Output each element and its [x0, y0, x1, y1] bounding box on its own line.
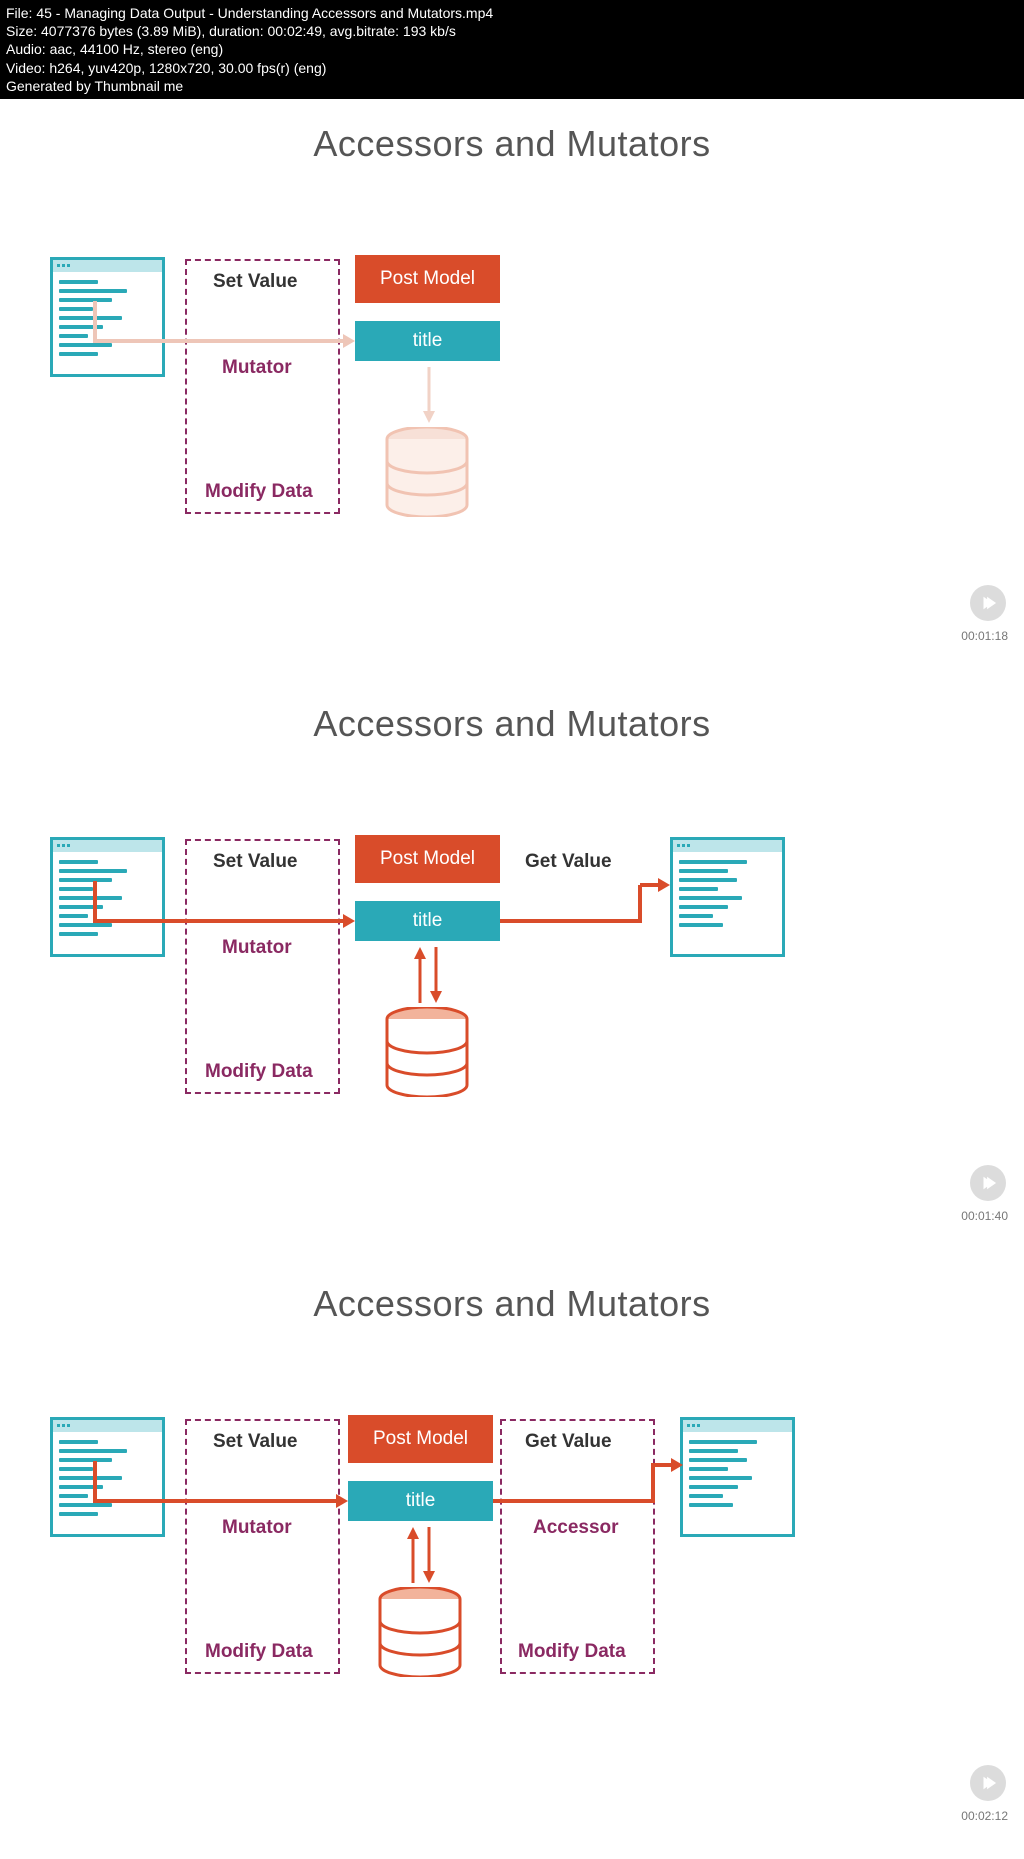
post-model-box: Post Model [355, 255, 500, 303]
timestamp: 00:01:18 [961, 629, 1008, 643]
database-icon [378, 1587, 462, 1677]
accessor-box [500, 1419, 655, 1674]
mutator-box [185, 259, 340, 514]
post-model-box: Post Model [355, 835, 500, 883]
media-info-file: File: 45 - Managing Data Output - Unders… [6, 4, 1018, 22]
code-window-right [680, 1417, 795, 1537]
set-value-arrow [95, 881, 355, 941]
mutator-box [185, 1419, 340, 1674]
diagram-3: Set Value Mutator Modify Data Get Value … [0, 1409, 1024, 1809]
code-window-right [670, 837, 785, 957]
database-icon [385, 1007, 469, 1097]
title-db-arrows [401, 1527, 441, 1588]
slide-title: Accessors and Mutators [0, 679, 1024, 745]
media-info-video: Video: h264, yuv420p, 1280x720, 30.00 fp… [6, 59, 1018, 77]
play-button[interactable] [970, 1765, 1006, 1801]
get-value-arrow [493, 1461, 683, 1521]
title-to-db-arrow [422, 367, 436, 428]
set-value-arrow [95, 1461, 348, 1521]
slide-title: Accessors and Mutators [0, 1259, 1024, 1325]
media-info-generated: Generated by Thumbnail me [6, 77, 1018, 95]
media-info-size: Size: 4077376 bytes (3.89 MiB), duration… [6, 22, 1018, 40]
slide-1: Accessors and Mutators Set Value Mutator… [0, 99, 1024, 669]
diagram-1: Set Value Mutator Modify Data Post Model… [0, 249, 1024, 649]
media-info-audio: Audio: aac, 44100 Hz, stereo (eng) [6, 40, 1018, 58]
set-value-arrow [95, 301, 355, 361]
get-value-label: Get Value [525, 851, 612, 873]
media-info-header: File: 45 - Managing Data Output - Unders… [0, 0, 1024, 99]
post-model-box: Post Model [348, 1415, 493, 1463]
set-value-label: Set Value [213, 1431, 298, 1453]
play-button[interactable] [970, 585, 1006, 621]
database-icon [385, 427, 469, 517]
play-button[interactable] [970, 1165, 1006, 1201]
title-attribute-box: title [348, 1481, 493, 1521]
title-attribute-box: title [355, 901, 500, 941]
slide-2: Accessors and Mutators Set Value Mutator… [0, 679, 1024, 1249]
slide-title: Accessors and Mutators [0, 99, 1024, 165]
get-value-arrow [500, 877, 670, 937]
modify-data-label-2: Modify Data [518, 1641, 626, 1663]
get-value-label: Get Value [525, 1431, 612, 1453]
diagram-2: Set Value Mutator Modify Data Get Value … [0, 829, 1024, 1229]
title-attribute-box: title [355, 321, 500, 361]
modify-data-label: Modify Data [205, 1641, 313, 1663]
modify-data-label: Modify Data [205, 481, 313, 503]
title-db-arrows [408, 947, 448, 1008]
mutator-box [185, 839, 340, 1094]
slide-3: Accessors and Mutators Set Value Mutator… [0, 1259, 1024, 1849]
set-value-label: Set Value [213, 851, 298, 873]
timestamp: 00:02:12 [961, 1809, 1008, 1823]
set-value-label: Set Value [213, 271, 298, 293]
timestamp: 00:01:40 [961, 1209, 1008, 1223]
modify-data-label: Modify Data [205, 1061, 313, 1083]
